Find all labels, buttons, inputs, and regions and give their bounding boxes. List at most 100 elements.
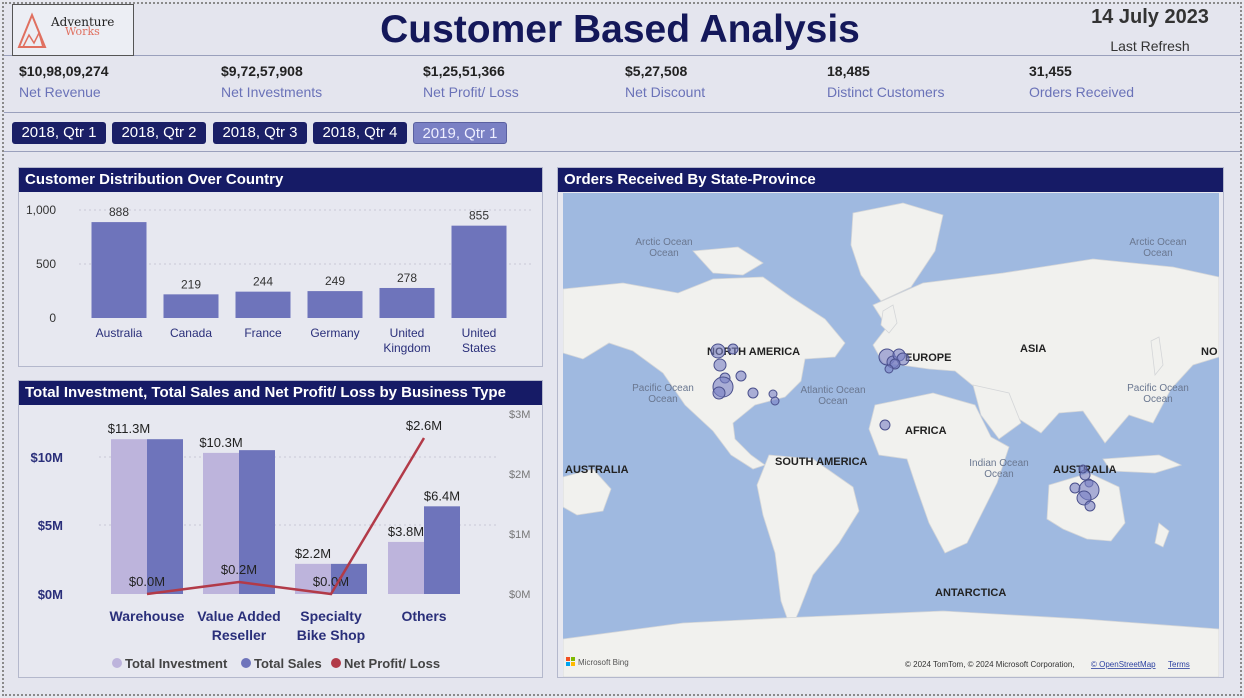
ocean-label: Ocean xyxy=(984,469,1013,480)
order-bubble[interactable] xyxy=(712,386,726,400)
kpi-net-profit: $1,25,51,366 Net Profit/ Loss xyxy=(423,63,519,100)
investment-bar[interactable] xyxy=(111,439,147,594)
order-bubble[interactable] xyxy=(735,370,747,382)
kpi-net-investments: $9,72,57,908 Net Investments xyxy=(221,63,322,100)
bing-tile-blue xyxy=(566,662,570,666)
ocean-label: Ocean xyxy=(818,396,847,407)
bar-value-label: 278 xyxy=(397,271,417,285)
country-bar[interactable] xyxy=(235,291,291,318)
country-bar[interactable] xyxy=(451,225,507,318)
continent-label: SOUTH AMERICA xyxy=(775,456,868,468)
kpi-label: Net Discount xyxy=(625,84,706,100)
kpi-value: 31,455 xyxy=(1029,63,1072,79)
y-tick-label: 0 xyxy=(49,311,56,325)
order-bubble[interactable] xyxy=(747,387,759,399)
sales-bar[interactable] xyxy=(147,439,183,594)
slicer-2018-q4[interactable]: 2018, Qtr 4 xyxy=(313,122,407,144)
x-category-label: Bike Shop xyxy=(297,627,365,643)
logo-mark-icon xyxy=(17,12,47,48)
kpi-distinct-customers: 18,485 Distinct Customers xyxy=(827,63,944,100)
continent-label: AUSTRALIA xyxy=(565,464,629,476)
continent-label: AFRICA xyxy=(905,425,947,437)
terms-link[interactable]: Terms xyxy=(1168,660,1190,669)
x-category-label: Canada xyxy=(170,326,212,340)
sales-bar[interactable] xyxy=(424,506,460,594)
bing-tile-green xyxy=(571,657,575,661)
kpi-value: $1,25,51,366 xyxy=(423,63,505,79)
map-panel-title: Orders Received By State-Province xyxy=(558,168,1223,192)
profit-value-label: $0.0M xyxy=(129,574,165,589)
chart-legend: Total Investment Total Sales Net Profit/… xyxy=(112,656,440,671)
osm-link[interactable]: © OpenStreetMap xyxy=(1091,660,1156,669)
ocean-label: Pacific Ocean xyxy=(1127,383,1189,394)
order-bubble[interactable] xyxy=(727,343,739,355)
profit-line[interactable] xyxy=(146,437,426,596)
map-attribution: © 2024 TomTom, © 2024 Microsoft Corporat… xyxy=(905,660,1075,669)
page-title: Customer Based Analysis xyxy=(380,8,860,51)
bing-tile-red xyxy=(566,657,570,661)
order-bubble[interactable] xyxy=(884,364,894,374)
kpi-orders-received: 31,455 Orders Received xyxy=(1029,63,1134,100)
continent-label: EUROPE xyxy=(905,352,951,364)
x-category-label: Germany xyxy=(310,326,359,340)
bar-value-label: 888 xyxy=(109,205,129,219)
country-bar[interactable] xyxy=(307,291,363,318)
order-bubble[interactable] xyxy=(1078,464,1088,474)
ocean-label: Ocean xyxy=(1143,394,1172,405)
profit-value-label: $0.2M xyxy=(221,562,257,577)
country-bar-chart: 1,000 500 0 888 Australia 219 Canada 244 Fran… xyxy=(26,203,534,355)
legend-profit-swatch xyxy=(331,658,341,668)
x-category-label: United xyxy=(390,326,425,340)
order-bubble[interactable] xyxy=(713,358,727,372)
legend-profit-label[interactable]: Net Profit/ Loss xyxy=(344,656,440,671)
x-category-label: Others xyxy=(401,608,446,624)
bar-value-label: 249 xyxy=(325,274,345,288)
x-category-label: Australia xyxy=(96,326,143,340)
country-bar[interactable] xyxy=(379,287,435,318)
legend-investment-label[interactable]: Total Investment xyxy=(125,656,228,671)
investment-bar[interactable] xyxy=(388,541,424,594)
y2-tick-label: $0M xyxy=(509,589,530,601)
kpi-value: $9,72,57,908 xyxy=(221,63,303,79)
ocean-label: Ocean xyxy=(648,394,677,405)
ocean-label: Pacific Ocean xyxy=(632,383,694,394)
bing-brand: Microsoft Bing xyxy=(578,658,629,667)
investment-value-label: $3.8M xyxy=(388,524,424,539)
order-bubble[interactable] xyxy=(710,343,726,359)
y-tick-label: 500 xyxy=(36,257,56,271)
x-category-label: Specialty xyxy=(300,608,362,624)
order-bubble[interactable] xyxy=(770,396,780,406)
bar-value-label: 855 xyxy=(469,209,489,223)
legend-sales-swatch xyxy=(241,658,251,668)
ocean-label: Arctic Ocean xyxy=(1129,237,1186,248)
kpi-label: Net Investments xyxy=(221,84,323,100)
last-refresh-label: Last Refresh xyxy=(1110,38,1190,54)
x-category-label: France xyxy=(244,326,282,340)
y2-tick-label: $1M xyxy=(509,529,530,541)
y2-tick-label: $2M xyxy=(509,469,530,481)
slicer-2018-q1[interactable]: 2018, Qtr 1 xyxy=(12,122,106,144)
order-bubble[interactable] xyxy=(1069,482,1081,494)
slicer-2019-q1[interactable]: 2019, Qtr 1 xyxy=(413,122,507,144)
country-panel-title: Customer Distribution Over Country xyxy=(19,168,542,192)
ocean-label: Atlantic Ocean xyxy=(800,385,865,396)
slicer-2018-q2[interactable]: 2018, Qtr 2 xyxy=(112,122,206,144)
country-bar[interactable] xyxy=(91,222,147,318)
order-bubble[interactable] xyxy=(879,419,891,431)
x-category-label: United xyxy=(462,326,497,340)
logo: Adventure Works xyxy=(12,4,134,56)
kpi-value: $10,98,09,274 xyxy=(19,63,109,79)
slicer-2018-q3[interactable]: 2018, Qtr 3 xyxy=(213,122,307,144)
continent-label: ASIA xyxy=(1020,343,1046,355)
world-map[interactable]: Arctic Ocean Ocean Arctic Ocean Ocean Pa… xyxy=(563,193,1219,677)
business-panel-title: Total Investment, Total Sales and Net Pr… xyxy=(19,381,542,405)
legend-sales-label[interactable]: Total Sales xyxy=(254,656,322,671)
ocean-label: Ocean xyxy=(649,248,678,259)
country-bar[interactable] xyxy=(163,294,219,318)
y-tick-label: 1,000 xyxy=(26,203,56,217)
x-category-label: Warehouse xyxy=(110,608,185,624)
kpi-net-revenue: $10,98,09,274 Net Revenue xyxy=(19,63,109,100)
x-category-label: Reseller xyxy=(212,627,267,643)
investment-value-label: $11.3M xyxy=(108,421,150,436)
order-bubble[interactable] xyxy=(1084,500,1096,512)
